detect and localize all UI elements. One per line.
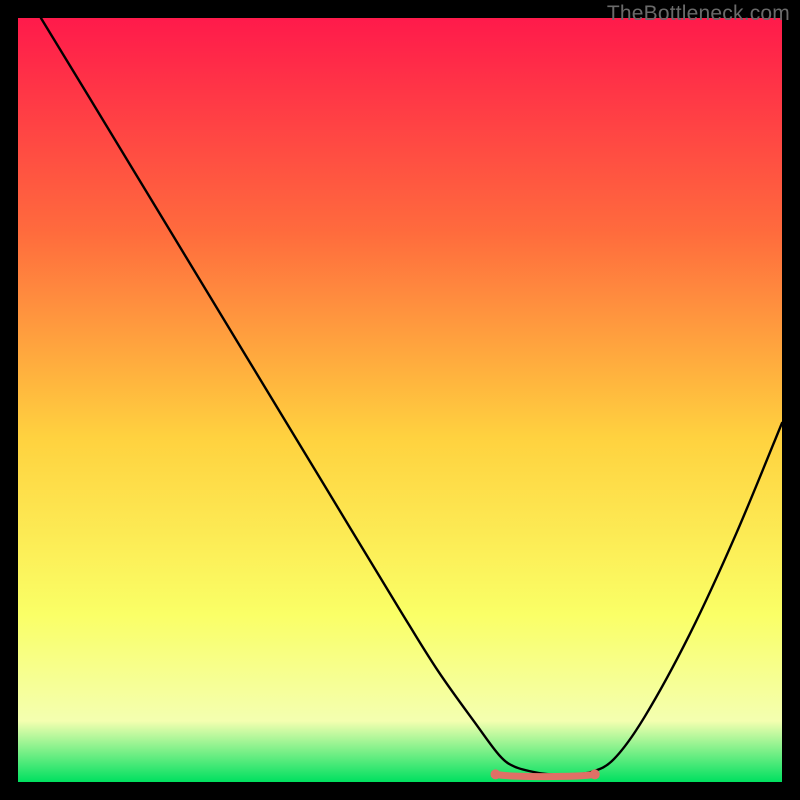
watermark-text: TheBottleneck.com (607, 2, 790, 26)
bottleneck-chart (18, 18, 782, 782)
chart-frame (18, 18, 782, 782)
optimal-range-end-dot (590, 769, 600, 779)
optimal-range-start-dot (491, 769, 501, 779)
optimal-range-highlight (496, 774, 595, 776)
gradient-background (18, 18, 782, 782)
